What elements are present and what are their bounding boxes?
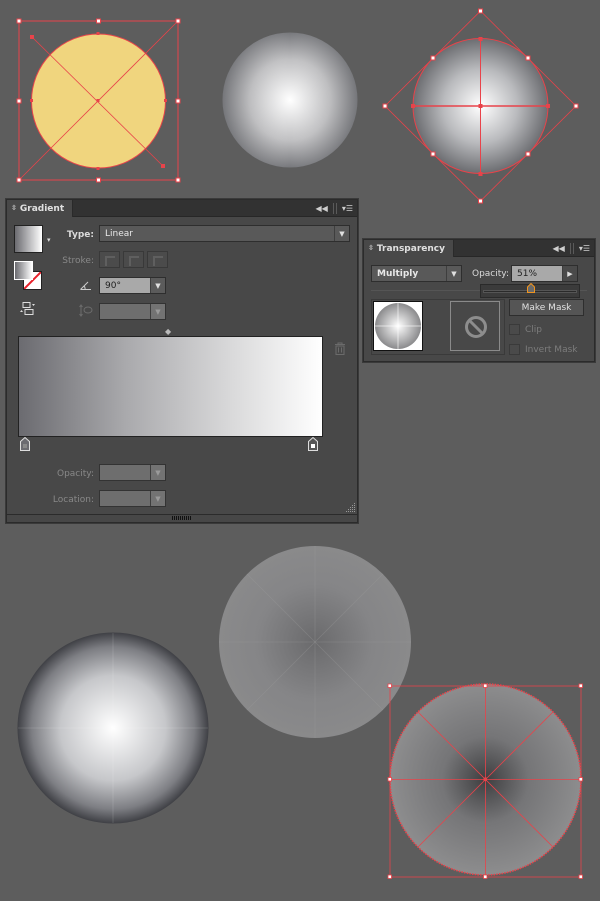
- opacity-value: 51%: [517, 268, 538, 279]
- double-chevron-left-icon[interactable]: ◀◀: [316, 204, 328, 213]
- aspect-ratio-icon: [79, 304, 93, 317]
- panel-title: Transparency: [376, 243, 445, 254]
- resize-grip-icon[interactable]: [346, 503, 356, 513]
- divider: [569, 243, 574, 254]
- gradient-slider-bar[interactable]: [18, 336, 323, 437]
- angle-value: 90°: [105, 280, 121, 291]
- midpoint-diamond-handle[interactable]: ◆: [165, 327, 171, 336]
- angle-input[interactable]: 90° ▼: [99, 277, 166, 294]
- gradient-circle-preview[interactable]: [215, 25, 365, 175]
- reverse-gradient-icon[interactable]: [20, 302, 36, 316]
- invert-mask-checkbox[interactable]: [509, 344, 520, 355]
- chevron-down-icon: ▼: [334, 226, 349, 241]
- dark-center-circle-selected[interactable]: [385, 682, 585, 882]
- aspect-ratio-input: ▼: [99, 303, 166, 320]
- type-value: Linear: [105, 228, 133, 239]
- panel-header: ⇳ Transparency ◀◀ ▾☰: [364, 240, 594, 257]
- double-chevron-left-icon[interactable]: ◀◀: [553, 244, 565, 253]
- chevron-down-icon[interactable]: ▼: [150, 278, 165, 293]
- type-dropdown[interactable]: Linear ▼: [99, 225, 350, 242]
- panel-menu-icon[interactable]: ▾☰: [579, 244, 590, 253]
- angle-icon: [80, 281, 91, 290]
- gradient-stop-right[interactable]: [308, 437, 318, 451]
- make-mask-button[interactable]: Make Mask: [509, 299, 584, 316]
- expand-collapse-icon[interactable]: ⇳: [11, 205, 17, 212]
- sector-gradient-circle[interactable]: [218, 545, 412, 739]
- location-input: ▼: [99, 490, 166, 507]
- clip-checkbox[interactable]: [509, 324, 520, 335]
- transparency-tab[interactable]: ⇳ Transparency: [364, 240, 454, 257]
- stroke-label: Stroke:: [62, 256, 94, 266]
- gradient-swatch[interactable]: [14, 225, 43, 253]
- panel-header: ⇳ Gradient ◀◀ ▾☰: [7, 200, 357, 217]
- clip-checkbox-row[interactable]: Clip: [509, 324, 542, 335]
- divider: [332, 203, 337, 214]
- gradient-tab[interactable]: ⇳ Gradient: [7, 200, 74, 217]
- swatch-dropdown-icon[interactable]: ▾: [47, 236, 51, 244]
- gradient-panel: ⇳ Gradient ◀◀ ▾☰ ▾ Type: Linear ▼ Stroke…: [6, 199, 358, 523]
- trash-icon: [335, 342, 345, 355]
- yellow-circle-selected[interactable]: [0, 0, 200, 200]
- chevron-down-icon: ▼: [150, 465, 165, 480]
- chevron-down-icon: ▼: [150, 491, 165, 506]
- transparency-panel: ⇳ Transparency ◀◀ ▾☰ Multiply ▼ Opacity:…: [363, 239, 595, 362]
- drag-handle-icon[interactable]: [172, 516, 192, 520]
- stroke-along-button: [123, 251, 144, 268]
- artwork-thumbnail[interactable]: [373, 301, 423, 351]
- stop-opacity-input: ▼: [99, 464, 166, 481]
- chevron-right-icon[interactable]: ▶: [562, 266, 577, 281]
- gradient-stop-left[interactable]: [20, 437, 30, 451]
- opacity-label: Opacity:: [472, 269, 509, 279]
- opacity-input[interactable]: 51% ▶: [511, 265, 578, 282]
- opacity-slider-thumb[interactable]: [526, 283, 535, 293]
- stroke-within-button: [99, 251, 120, 268]
- clip-label: Clip: [525, 324, 542, 335]
- panel-menu-icon[interactable]: ▾☰: [342, 204, 353, 213]
- expand-collapse-icon[interactable]: ⇳: [368, 245, 374, 252]
- location-label: Location:: [52, 495, 94, 505]
- no-mask-icon: [465, 316, 487, 338]
- chevron-down-icon: ▼: [150, 304, 165, 319]
- blend-mode-dropdown[interactable]: Multiply ▼: [371, 265, 462, 282]
- mask-thumbnail[interactable]: [450, 301, 500, 351]
- panel-title: Gradient: [19, 203, 65, 214]
- bright-gradient-circle[interactable]: [17, 632, 209, 824]
- invert-mask-checkbox-row[interactable]: Invert Mask: [509, 344, 578, 355]
- stroke-across-button: [147, 251, 168, 268]
- chevron-down-icon: ▼: [446, 266, 461, 281]
- panel-bottom-bar[interactable]: [7, 514, 357, 522]
- stop-opacity-label: Opacity:: [57, 469, 94, 479]
- gradient-circle-with-handles[interactable]: [380, 5, 580, 205]
- type-label: Type:: [66, 230, 94, 240]
- opacity-slider-popup[interactable]: [480, 283, 580, 298]
- fill-swatch[interactable]: [14, 261, 33, 280]
- blend-mode-value: Multiply: [377, 268, 419, 279]
- invert-mask-label: Invert Mask: [525, 344, 578, 355]
